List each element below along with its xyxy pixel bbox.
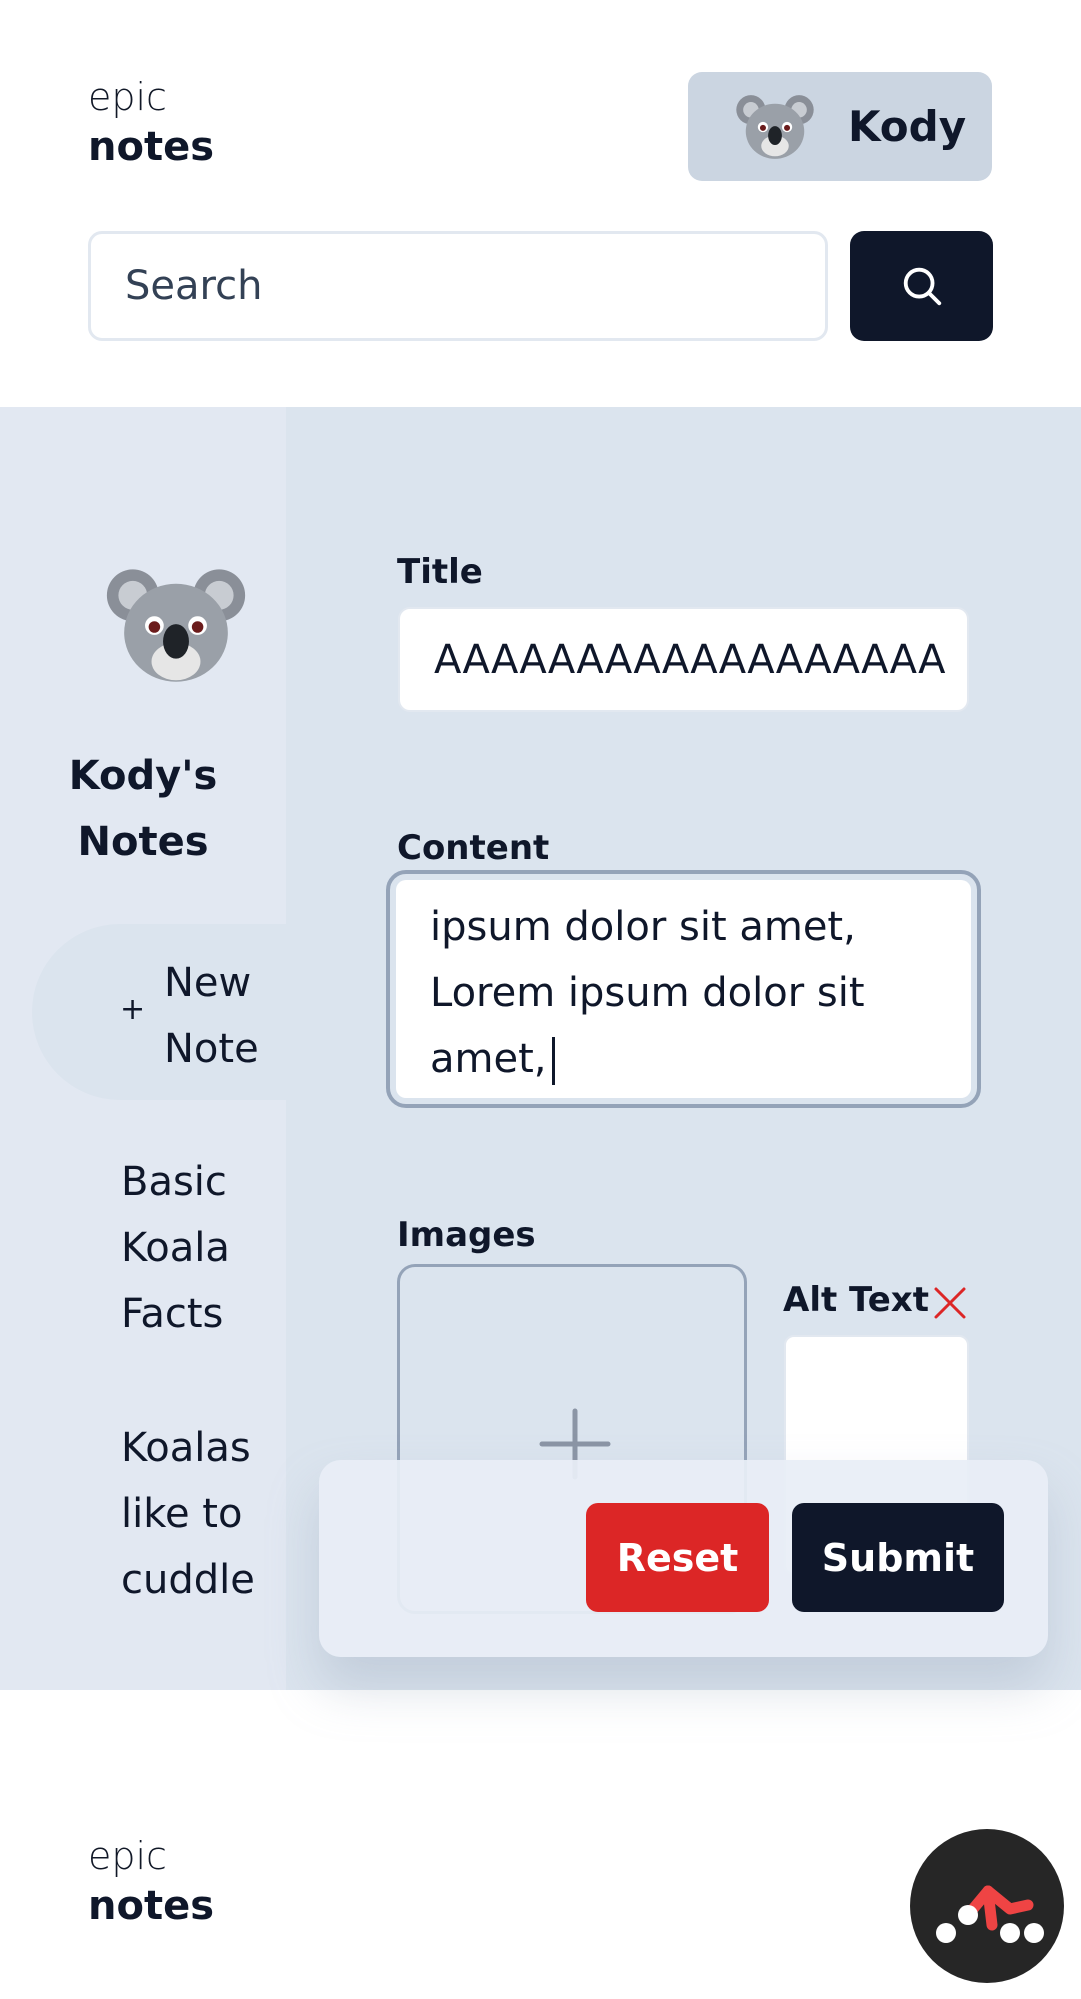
- title-input[interactable]: [398, 607, 969, 712]
- remove-image-close-icon[interactable]: [932, 1285, 968, 1321]
- new-note-label: New Note: [164, 960, 259, 1072]
- note-link[interactable]: Basic Koala Facts: [121, 1149, 271, 1347]
- header-logo[interactable]: epic notes: [88, 74, 214, 172]
- content-text: amet, Lorem ipsum dolor sit amet, Lorem …: [430, 880, 930, 1092]
- logo-line2: notes: [88, 123, 215, 170]
- search-input[interactable]: [88, 231, 828, 341]
- content-textarea[interactable]: amet, Lorem ipsum dolor sit amet, Lorem …: [386, 870, 981, 1108]
- owner-title: Kody's Notes: [68, 753, 218, 865]
- owner-avatar-icon: [106, 569, 246, 682]
- search-icon: [903, 267, 941, 306]
- koala-avatar-icon: [736, 94, 814, 159]
- new-note-link[interactable]: + New Note: [32, 924, 286, 1100]
- content-textarea-inner[interactable]: amet, Lorem ipsum dolor sit amet, Lorem …: [396, 880, 971, 1098]
- footer-logo-line2: notes: [88, 1882, 215, 1929]
- remix-logo-button[interactable]: [910, 1829, 1064, 1983]
- logo-line1: epic: [88, 75, 167, 119]
- content-value: amet, Lorem ipsum dolor sit amet, Lorem …: [430, 880, 865, 1082]
- remix-logo-icon: [936, 1885, 1044, 1943]
- footer-logo-line1: epic: [88, 1834, 167, 1878]
- title-label: Title: [397, 552, 483, 592]
- search-button[interactable]: [850, 231, 993, 341]
- notes-main: Kody's Notes + New Note Basic Koala Fact…: [0, 407, 1081, 1690]
- submit-button[interactable]: Submit: [792, 1503, 1004, 1612]
- plus-icon: +: [120, 992, 146, 1027]
- note-link[interactable]: Koalas like to cuddle: [121, 1415, 271, 1613]
- notes-sidebar: Kody's Notes + New Note Basic Koala Fact…: [0, 407, 286, 1690]
- user-profile-button[interactable]: Kody: [688, 72, 992, 181]
- images-label: Images: [397, 1215, 536, 1255]
- form-action-bar: Reset Submit: [319, 1460, 1048, 1657]
- reset-button[interactable]: Reset: [586, 1503, 769, 1612]
- content-label: Content: [397, 828, 550, 868]
- user-name: Kody: [848, 102, 967, 151]
- alt-text-label: Alt Text: [783, 1280, 929, 1320]
- footer-logo[interactable]: epic notes: [88, 1833, 214, 1931]
- text-caret: [552, 1037, 556, 1085]
